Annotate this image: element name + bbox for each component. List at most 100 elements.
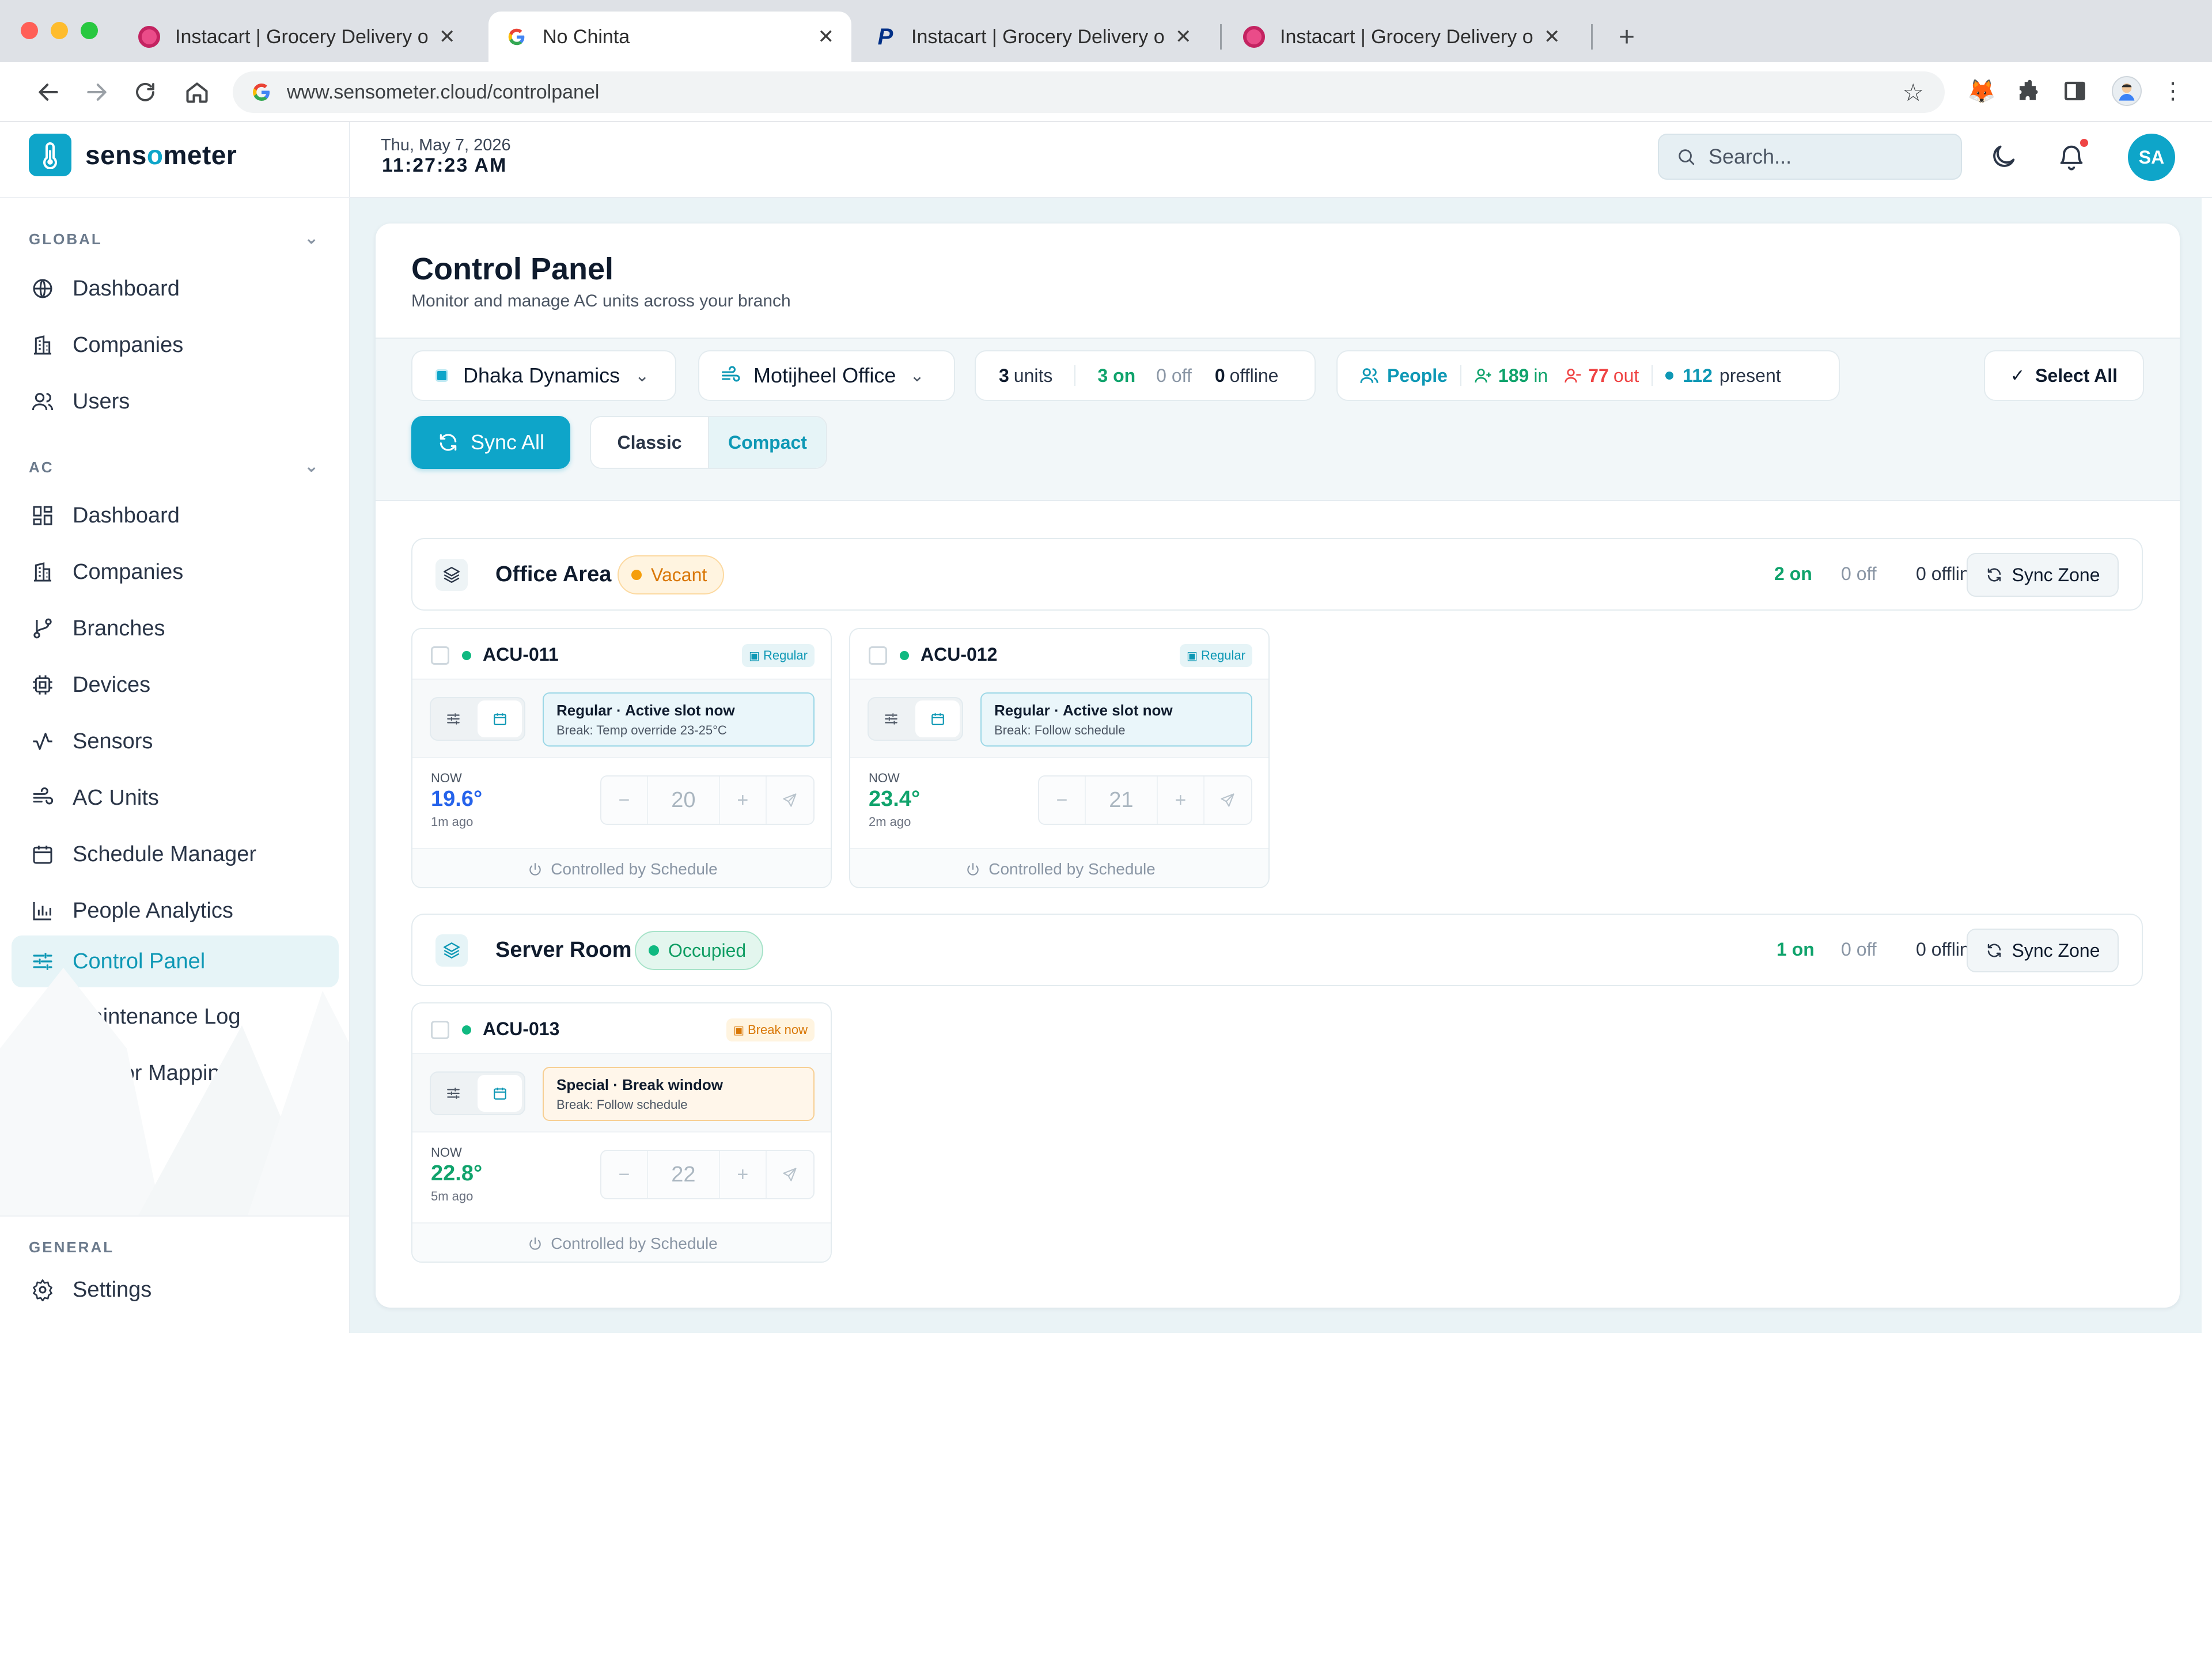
sidebar-item-schedule-manager[interactable]: Schedule Manager [12, 828, 339, 880]
unit-checkbox[interactable] [869, 646, 887, 665]
sync-zone-label: Sync Zone [2012, 564, 2100, 585]
close-tab-icon[interactable]: ✕ [818, 25, 835, 48]
close-tab-icon[interactable]: ✕ [439, 25, 456, 48]
manual-mode-button[interactable] [869, 698, 913, 740]
sidebar-item-branches[interactable]: Branches [12, 603, 339, 654]
units-offline-count: 0 [1214, 365, 1225, 386]
refresh-icon [1987, 568, 2001, 582]
metamask-extension-icon[interactable]: 🦊 [1967, 76, 1997, 106]
user-avatar[interactable]: SA [2128, 134, 2175, 181]
branch-select[interactable]: Motijheel Office ⌄ [698, 350, 955, 401]
schedule-tag-label: Regular [763, 648, 808, 662]
sidebar-item-global-users[interactable]: Users [12, 376, 339, 427]
sidebar-item-global-companies[interactable]: Companies [12, 319, 339, 371]
home-button[interactable] [180, 75, 214, 109]
omnibox[interactable]: www.sensometer.cloud/controlpanel ☆ [233, 71, 1945, 113]
reload-button[interactable] [128, 75, 162, 109]
chevron-down-icon: ⌄ [910, 366, 925, 385]
section-label: AC [29, 459, 54, 476]
chevron-down-icon: ⌄ [635, 366, 650, 385]
increase-button[interactable]: + [720, 777, 767, 824]
send-button[interactable] [767, 1151, 813, 1198]
arrow-right-icon [87, 84, 107, 101]
slot-subtitle: Break: Follow schedule [556, 1097, 688, 1112]
moon-icon[interactable] [1988, 142, 2018, 172]
sidebar-divider [0, 197, 350, 198]
sidebar-item-settings[interactable]: Settings [12, 1264, 339, 1316]
mode-toggle [868, 697, 963, 741]
sidebar-item-label: Schedule Manager [73, 842, 256, 866]
section-ac[interactable]: AC ⌄ [29, 457, 319, 476]
sidebar-item-global-dashboard[interactable]: Dashboard [12, 263, 339, 315]
close-tab-icon[interactable]: ✕ [1175, 25, 1192, 48]
forward-button[interactable] [79, 75, 114, 109]
browser-tab[interactable]: P Instacart | Grocery Delivery or ✕ [857, 12, 1209, 62]
now-label: NOW [431, 1145, 462, 1160]
maximize-window-button[interactable] [81, 22, 98, 39]
globe-icon [30, 276, 55, 301]
side-panel-icon[interactable] [2060, 76, 2090, 106]
close-window-button[interactable] [21, 22, 38, 39]
sidebar-decoration [0, 968, 349, 1215]
view-compact-button[interactable]: Compact [708, 417, 826, 468]
sync-zone-button[interactable]: Sync Zone [1967, 553, 2119, 597]
company-select[interactable]: Dhaka Dynamics ⌄ [411, 350, 676, 401]
send-button[interactable] [1205, 777, 1251, 824]
paypal-icon: P [877, 24, 893, 50]
unit-checkbox[interactable] [431, 646, 449, 665]
send-button[interactable] [767, 777, 813, 824]
sidebar-item-ac-units[interactable]: AC Units [12, 772, 339, 824]
sidebar-item-ac-companies[interactable]: Companies [12, 546, 339, 598]
schedule-mode-button[interactable] [478, 700, 522, 737]
new-tab-button[interactable]: + [1601, 12, 1652, 62]
back-button[interactable] [31, 75, 66, 109]
view-classic-button[interactable]: Classic [591, 417, 708, 468]
increase-button[interactable]: + [720, 1151, 767, 1198]
profile-avatar-icon[interactable] [2112, 76, 2142, 106]
zone-header-office-area: Office Area Vacant 2 on 0 off 0 offline … [411, 538, 2143, 611]
brand-logo[interactable] [29, 134, 71, 176]
chrome-menu-icon[interactable]: ⋮ [2158, 76, 2188, 106]
current-time: 11:27:23 AM [382, 154, 507, 176]
schedule-mode-button[interactable] [915, 700, 960, 737]
search-input[interactable] [1707, 144, 1949, 169]
decrease-button[interactable]: − [601, 1151, 649, 1198]
refresh-icon [1987, 944, 2001, 957]
calendar-icon [493, 713, 506, 725]
sync-zone-button[interactable]: Sync Zone [1967, 929, 2119, 972]
schedule-slot-info: Regular · Active slot now Break: Follow … [980, 692, 1252, 747]
occupancy-label: Occupied [668, 940, 747, 961]
browser-tab[interactable]: Instacart | Grocery Delivery or ✕ [121, 12, 473, 62]
schedule-tag: ▣ Regular [742, 644, 815, 667]
online-status-dot [462, 651, 471, 660]
tab-divider [1220, 24, 1222, 50]
bookmark-star-icon[interactable]: ☆ [1902, 78, 1924, 107]
close-tab-icon[interactable]: ✕ [1544, 25, 1560, 48]
select-all-button[interactable]: ✓ Select All [1984, 350, 2144, 401]
browser-tab-active[interactable]: No Chinta ✕ [488, 12, 851, 62]
schedule-mode-button[interactable] [478, 1075, 522, 1112]
unit-checkbox[interactable] [431, 1021, 449, 1039]
sidebar-item-people-analytics[interactable]: People Analytics [12, 885, 339, 937]
sidebar-item-devices[interactable]: Devices [12, 659, 339, 711]
decrease-button[interactable]: − [601, 777, 649, 824]
increase-button[interactable]: + [1158, 777, 1205, 824]
browser-tab[interactable]: Instacart | Grocery Delivery or ✕ [1226, 12, 1578, 62]
google-icon [508, 28, 525, 46]
unit-footer: Controlled by Schedule [850, 848, 1268, 887]
send-icon [1221, 793, 1234, 807]
sidebar-item-ac-dashboard[interactable]: Dashboard [12, 490, 339, 541]
grid-icon [30, 503, 55, 528]
sidebar-item-sensors[interactable]: Sensors [12, 715, 339, 767]
decrease-button[interactable]: − [1039, 777, 1086, 824]
unit-id: ACU-011 [483, 644, 559, 665]
section-global[interactable]: GLOBAL ⌄ [29, 229, 319, 248]
manual-mode-button[interactable] [431, 698, 475, 740]
search-box[interactable] [1658, 134, 1962, 180]
minimize-window-button[interactable] [51, 22, 68, 39]
chip-icon [30, 672, 55, 698]
sync-all-button[interactable]: Sync All [411, 416, 570, 469]
manual-mode-button[interactable] [431, 1073, 475, 1114]
extensions-puzzle-icon[interactable] [2013, 76, 2043, 106]
ac-unit-card: ACU-011 ▣ Regular Regular · Active slot n… [411, 628, 832, 888]
